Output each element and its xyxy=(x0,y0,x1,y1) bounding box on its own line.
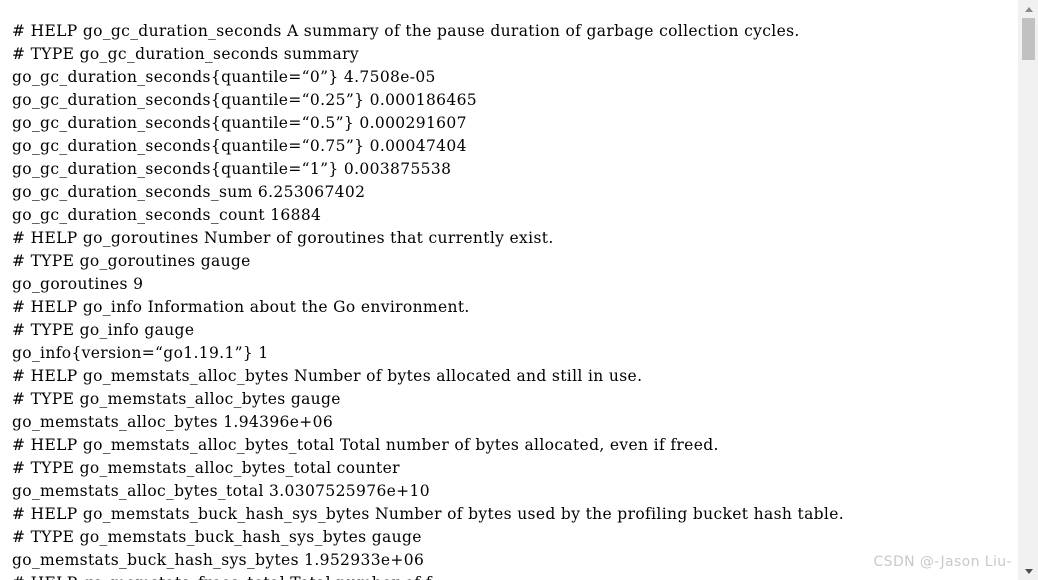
metrics-text-pane[interactable]: # HELP go_gc_duration_seconds A summary … xyxy=(0,0,1017,580)
metrics-line: go_gc_duration_seconds_count 16884 xyxy=(12,206,322,224)
metrics-line: go_goroutines 9 xyxy=(12,275,144,293)
metrics-line: # HELP go_gc_duration_seconds A summary … xyxy=(12,22,800,40)
browser-viewport: # HELP go_gc_duration_seconds A summary … xyxy=(0,0,1038,580)
metrics-line: # HELP go_memstats_alloc_bytes_total Tot… xyxy=(12,436,719,454)
scrollbar-thumb[interactable] xyxy=(1022,18,1035,60)
metrics-line: # TYPE go_goroutines gauge xyxy=(12,252,251,270)
metrics-line: go_gc_duration_seconds{quantile=“0”} 4.7… xyxy=(12,68,436,86)
chevron-down-icon xyxy=(1024,568,1033,574)
metrics-line: go_memstats_alloc_bytes_total 3.03075259… xyxy=(12,482,430,500)
metrics-line: # TYPE go_memstats_alloc_bytes gauge xyxy=(12,390,341,408)
metrics-line: # TYPE go_gc_duration_seconds summary xyxy=(12,45,359,63)
csdn-watermark: CSDN @-Jason Liu- xyxy=(873,554,1012,570)
scroll-up-button[interactable] xyxy=(1018,0,1038,18)
metrics-line: # TYPE go_info gauge xyxy=(12,321,195,339)
metrics-line: # HELP go_memstats_buck_hash_sys_bytes N… xyxy=(12,505,845,523)
chevron-up-icon xyxy=(1024,6,1033,12)
scroll-down-button[interactable] xyxy=(1018,562,1038,580)
metrics-line: go_gc_duration_seconds{quantile=“1”} 0.0… xyxy=(12,160,452,178)
metrics-line: go_memstats_alloc_bytes 1.94396e+06 xyxy=(12,413,334,431)
metrics-line: go_gc_duration_seconds{quantile=“0.25”} … xyxy=(12,91,477,109)
vertical-scrollbar[interactable] xyxy=(1017,0,1038,580)
scrollbar-track[interactable] xyxy=(1018,18,1038,562)
metrics-line: go_info{version=“go1.19.1”} 1 xyxy=(12,344,269,362)
metrics-line: # TYPE go_memstats_buck_hash_sys_bytes g… xyxy=(12,528,422,546)
metrics-line: go_gc_duration_seconds{quantile=“0.75”} … xyxy=(12,137,467,155)
metrics-line: go_gc_duration_seconds_sum 6.253067402 xyxy=(12,183,366,201)
metrics-line: # HELP go_goroutines Number of goroutine… xyxy=(12,229,554,247)
metrics-plaintext-body[interactable]: # HELP go_gc_duration_seconds A summary … xyxy=(12,20,844,580)
metrics-line: # HELP go_info Information about the Go … xyxy=(12,298,470,316)
metrics-line: go_memstats_buck_hash_sys_bytes 1.952933… xyxy=(12,551,425,569)
metrics-line: go_gc_duration_seconds{quantile=“0.5”} 0… xyxy=(12,114,467,132)
metrics-line: # HELP go_memstats_alloc_bytes Number of… xyxy=(12,367,643,385)
metrics-line: # HELP go_memstats_frees_total Total num… xyxy=(12,572,844,580)
metrics-line: # TYPE go_memstats_alloc_bytes_total cou… xyxy=(12,459,400,477)
